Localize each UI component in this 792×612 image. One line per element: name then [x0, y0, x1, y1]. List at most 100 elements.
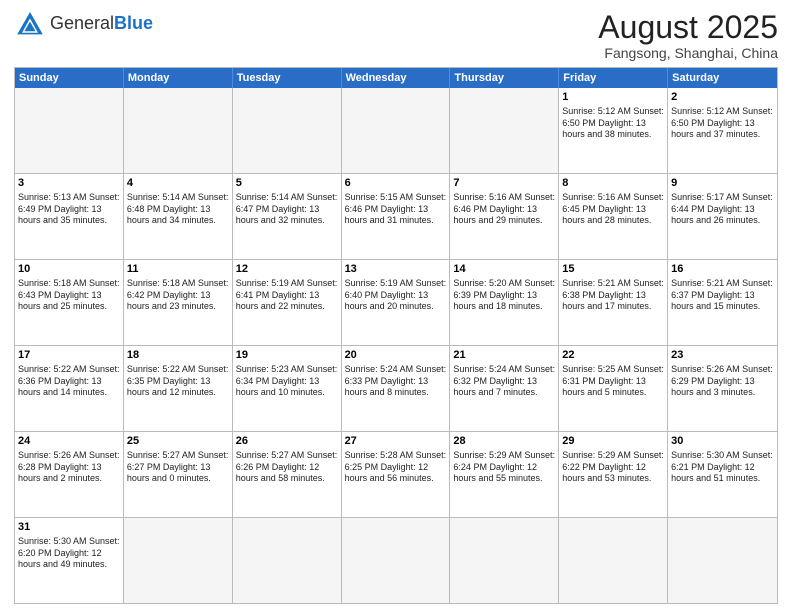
calendar-cell: 29Sunrise: 5:29 AM Sunset: 6:22 PM Dayli…	[559, 432, 668, 517]
day-info: Sunrise: 5:26 AM Sunset: 6:29 PM Dayligh…	[671, 364, 774, 399]
calendar-cell: 13Sunrise: 5:19 AM Sunset: 6:40 PM Dayli…	[342, 260, 451, 345]
header-friday: Friday	[559, 68, 668, 88]
calendar-row: 17Sunrise: 5:22 AM Sunset: 6:36 PM Dayli…	[15, 345, 777, 431]
calendar-cell: 24Sunrise: 5:26 AM Sunset: 6:28 PM Dayli…	[15, 432, 124, 517]
calendar-title: August 2025	[598, 10, 778, 45]
page-header: GeneralBlue August 2025 Fangsong, Shangh…	[14, 10, 778, 61]
calendar-cell: 17Sunrise: 5:22 AM Sunset: 6:36 PM Dayli…	[15, 346, 124, 431]
calendar-cell	[559, 518, 668, 603]
day-info: Sunrise: 5:23 AM Sunset: 6:34 PM Dayligh…	[236, 364, 338, 399]
day-number: 11	[127, 262, 229, 277]
day-number: 25	[127, 434, 229, 449]
calendar-cell: 8Sunrise: 5:16 AM Sunset: 6:45 PM Daylig…	[559, 174, 668, 259]
calendar-cell	[233, 88, 342, 173]
calendar-cell	[124, 518, 233, 603]
header-tuesday: Tuesday	[233, 68, 342, 88]
day-number: 17	[18, 348, 120, 363]
day-number: 30	[671, 434, 774, 449]
day-number: 13	[345, 262, 447, 277]
day-info: Sunrise: 5:22 AM Sunset: 6:35 PM Dayligh…	[127, 364, 229, 399]
day-info: Sunrise: 5:25 AM Sunset: 6:31 PM Dayligh…	[562, 364, 664, 399]
calendar-cell: 9Sunrise: 5:17 AM Sunset: 6:44 PM Daylig…	[668, 174, 777, 259]
calendar-row: 3Sunrise: 5:13 AM Sunset: 6:49 PM Daylig…	[15, 173, 777, 259]
day-info: Sunrise: 5:14 AM Sunset: 6:48 PM Dayligh…	[127, 192, 229, 227]
header-thursday: Thursday	[450, 68, 559, 88]
day-number: 6	[345, 176, 447, 191]
calendar-row: 31Sunrise: 5:30 AM Sunset: 6:20 PM Dayli…	[15, 517, 777, 603]
day-info: Sunrise: 5:28 AM Sunset: 6:25 PM Dayligh…	[345, 450, 447, 485]
calendar-cell: 23Sunrise: 5:26 AM Sunset: 6:29 PM Dayli…	[668, 346, 777, 431]
day-info: Sunrise: 5:18 AM Sunset: 6:43 PM Dayligh…	[18, 278, 120, 313]
calendar-cell: 27Sunrise: 5:28 AM Sunset: 6:25 PM Dayli…	[342, 432, 451, 517]
day-info: Sunrise: 5:26 AM Sunset: 6:28 PM Dayligh…	[18, 450, 120, 485]
day-info: Sunrise: 5:18 AM Sunset: 6:42 PM Dayligh…	[127, 278, 229, 313]
day-number: 14	[453, 262, 555, 277]
calendar-cell: 21Sunrise: 5:24 AM Sunset: 6:32 PM Dayli…	[450, 346, 559, 431]
calendar-body: 1Sunrise: 5:12 AM Sunset: 6:50 PM Daylig…	[15, 88, 777, 603]
day-info: Sunrise: 5:12 AM Sunset: 6:50 PM Dayligh…	[562, 106, 664, 141]
calendar-cell: 7Sunrise: 5:16 AM Sunset: 6:46 PM Daylig…	[450, 174, 559, 259]
day-number: 9	[671, 176, 774, 191]
day-number: 10	[18, 262, 120, 277]
day-info: Sunrise: 5:17 AM Sunset: 6:44 PM Dayligh…	[671, 192, 774, 227]
day-number: 18	[127, 348, 229, 363]
calendar-cell	[450, 88, 559, 173]
day-info: Sunrise: 5:14 AM Sunset: 6:47 PM Dayligh…	[236, 192, 338, 227]
day-info: Sunrise: 5:20 AM Sunset: 6:39 PM Dayligh…	[453, 278, 555, 313]
calendar-cell: 12Sunrise: 5:19 AM Sunset: 6:41 PM Dayli…	[233, 260, 342, 345]
day-number: 2	[671, 90, 774, 105]
calendar-cell	[342, 518, 451, 603]
day-number: 21	[453, 348, 555, 363]
calendar-header: Sunday Monday Tuesday Wednesday Thursday…	[15, 68, 777, 88]
day-info: Sunrise: 5:21 AM Sunset: 6:38 PM Dayligh…	[562, 278, 664, 313]
day-info: Sunrise: 5:16 AM Sunset: 6:46 PM Dayligh…	[453, 192, 555, 227]
day-number: 27	[345, 434, 447, 449]
day-number: 20	[345, 348, 447, 363]
day-info: Sunrise: 5:22 AM Sunset: 6:36 PM Dayligh…	[18, 364, 120, 399]
day-number: 3	[18, 176, 120, 191]
calendar-cell: 15Sunrise: 5:21 AM Sunset: 6:38 PM Dayli…	[559, 260, 668, 345]
calendar-cell	[450, 518, 559, 603]
calendar-cell: 10Sunrise: 5:18 AM Sunset: 6:43 PM Dayli…	[15, 260, 124, 345]
day-info: Sunrise: 5:27 AM Sunset: 6:27 PM Dayligh…	[127, 450, 229, 485]
logo: GeneralBlue	[14, 10, 153, 38]
calendar-cell: 14Sunrise: 5:20 AM Sunset: 6:39 PM Dayli…	[450, 260, 559, 345]
day-number: 28	[453, 434, 555, 449]
calendar: Sunday Monday Tuesday Wednesday Thursday…	[14, 67, 778, 604]
day-info: Sunrise: 5:15 AM Sunset: 6:46 PM Dayligh…	[345, 192, 447, 227]
day-info: Sunrise: 5:27 AM Sunset: 6:26 PM Dayligh…	[236, 450, 338, 485]
day-info: Sunrise: 5:24 AM Sunset: 6:33 PM Dayligh…	[345, 364, 447, 399]
header-saturday: Saturday	[668, 68, 777, 88]
calendar-cell: 28Sunrise: 5:29 AM Sunset: 6:24 PM Dayli…	[450, 432, 559, 517]
day-info: Sunrise: 5:30 AM Sunset: 6:20 PM Dayligh…	[18, 536, 120, 571]
calendar-cell: 4Sunrise: 5:14 AM Sunset: 6:48 PM Daylig…	[124, 174, 233, 259]
header-wednesday: Wednesday	[342, 68, 451, 88]
calendar-cell: 2Sunrise: 5:12 AM Sunset: 6:50 PM Daylig…	[668, 88, 777, 173]
day-number: 26	[236, 434, 338, 449]
title-block: August 2025 Fangsong, Shanghai, China	[598, 10, 778, 61]
calendar-row: 10Sunrise: 5:18 AM Sunset: 6:43 PM Dayli…	[15, 259, 777, 345]
day-info: Sunrise: 5:30 AM Sunset: 6:21 PM Dayligh…	[671, 450, 774, 485]
day-number: 1	[562, 90, 664, 105]
calendar-cell: 19Sunrise: 5:23 AM Sunset: 6:34 PM Dayli…	[233, 346, 342, 431]
calendar-row: 24Sunrise: 5:26 AM Sunset: 6:28 PM Dayli…	[15, 431, 777, 517]
day-number: 4	[127, 176, 229, 191]
day-number: 16	[671, 262, 774, 277]
day-info: Sunrise: 5:12 AM Sunset: 6:50 PM Dayligh…	[671, 106, 774, 141]
header-sunday: Sunday	[15, 68, 124, 88]
day-number: 15	[562, 262, 664, 277]
calendar-cell: 26Sunrise: 5:27 AM Sunset: 6:26 PM Dayli…	[233, 432, 342, 517]
calendar-cell: 1Sunrise: 5:12 AM Sunset: 6:50 PM Daylig…	[559, 88, 668, 173]
day-number: 12	[236, 262, 338, 277]
calendar-cell: 20Sunrise: 5:24 AM Sunset: 6:33 PM Dayli…	[342, 346, 451, 431]
calendar-cell: 18Sunrise: 5:22 AM Sunset: 6:35 PM Dayli…	[124, 346, 233, 431]
day-number: 31	[18, 520, 120, 535]
day-info: Sunrise: 5:19 AM Sunset: 6:41 PM Dayligh…	[236, 278, 338, 313]
calendar-cell	[668, 518, 777, 603]
day-info: Sunrise: 5:16 AM Sunset: 6:45 PM Dayligh…	[562, 192, 664, 227]
calendar-cell	[342, 88, 451, 173]
day-info: Sunrise: 5:29 AM Sunset: 6:22 PM Dayligh…	[562, 450, 664, 485]
header-monday: Monday	[124, 68, 233, 88]
calendar-cell	[15, 88, 124, 173]
calendar-cell: 30Sunrise: 5:30 AM Sunset: 6:21 PM Dayli…	[668, 432, 777, 517]
